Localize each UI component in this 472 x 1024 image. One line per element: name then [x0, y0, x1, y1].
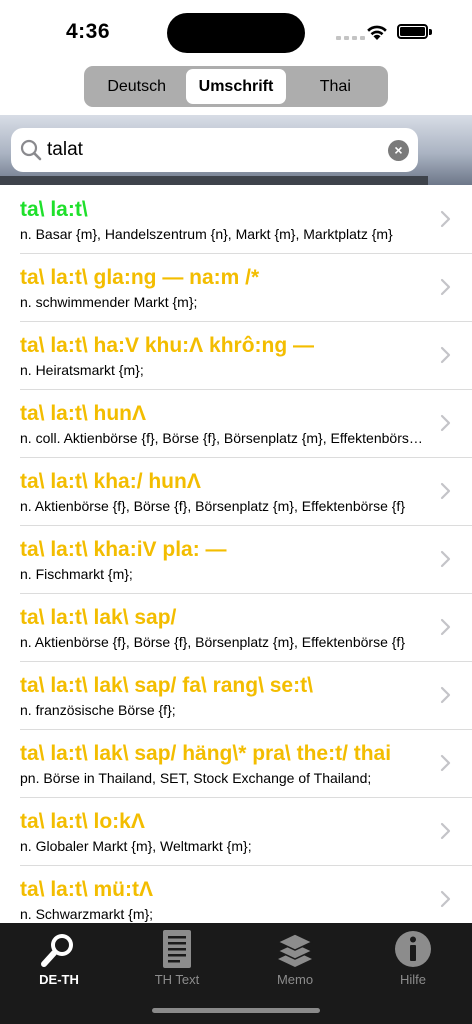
result-translation: n. schwimmender Markt {m}; — [20, 294, 198, 310]
tab-th-text[interactable]: TH Text — [118, 927, 236, 987]
result-translation: n. Schwarzmarkt {m}; — [20, 906, 154, 922]
chevron-right-icon — [440, 550, 451, 568]
search-icon — [20, 139, 42, 161]
chevron-right-icon — [440, 482, 451, 500]
search-bar-area: × — [0, 115, 472, 185]
tab-label: Memo — [276, 972, 314, 987]
document-icon — [163, 930, 191, 968]
list-item[interactable]: ta\ la:t\ gla:ng — na:m /* n. schwimmend… — [0, 254, 472, 322]
segment-umschrift[interactable]: Umschrift — [186, 69, 286, 104]
search-bar-shadow — [0, 176, 428, 185]
result-translation: n. Fischmarkt {m}; — [20, 566, 133, 582]
list-item[interactable]: ta\ la:t\ lak\ sap/ häng\* pra\ the:t/ t… — [0, 730, 472, 798]
tab-label: DE-TH — [39, 972, 79, 987]
chevron-right-icon — [440, 754, 451, 772]
status-bar: 4:36 — [0, 0, 472, 60]
battery-cap — [429, 29, 432, 35]
chevron-right-icon — [440, 414, 451, 432]
chevron-right-icon — [440, 822, 451, 840]
chevron-right-icon — [440, 890, 451, 908]
result-title: ta\ la:t\ ha:V khu:Λ khrô:ng — — [20, 334, 315, 357]
result-title: ta\ la:t\ lak\ sap/ fa\ rang\ se:t\ — [20, 674, 313, 697]
list-item[interactable]: ta\ la:t\ mü:tΛ n. Schwarzmarkt {m}; — [0, 866, 472, 923]
result-title: ta\ la:t\ kha:iV pla: — — [20, 538, 227, 561]
result-title: ta\ la:t\ gla:ng — na:m /* — [20, 266, 260, 289]
chevron-right-icon — [440, 346, 451, 364]
tab-label: TH Text — [154, 972, 200, 987]
home-indicator — [152, 1008, 320, 1013]
tab-label: Hilfe — [399, 972, 426, 987]
chevron-right-icon — [440, 618, 451, 636]
result-translation: n. Globaler Markt {m}, Weltmarkt {m}; — [20, 838, 252, 854]
chevron-right-icon — [440, 278, 451, 296]
segment-deutsch[interactable]: Deutsch — [87, 69, 186, 104]
battery-icon — [397, 24, 428, 39]
chevron-right-icon — [440, 210, 451, 228]
cellular-signal-icon — [336, 36, 365, 40]
result-translation: n. Basar {m}, Handelszentrum {n}, Markt … — [20, 226, 393, 242]
layers-icon — [276, 933, 314, 967]
tab-de-th[interactable]: DE-TH — [0, 927, 118, 987]
list-item[interactable]: ta\ la:t\ lo:kΛ n. Globaler Markt {m}, W… — [0, 798, 472, 866]
result-title: ta\ la:t\ hunΛ — [20, 402, 146, 425]
results-list: ta\ la:t\ n. Basar {m}, Handelszentrum {… — [0, 186, 472, 923]
search-icon — [41, 934, 73, 967]
tab-hilfe[interactable]: Hilfe — [354, 927, 472, 987]
list-item[interactable]: ta\ la:t\ kha:/ hunΛ n. Aktienbörse {f},… — [0, 458, 472, 526]
list-item[interactable]: ta\ la:t\ hunΛ n. coll. Aktienbörse {f},… — [0, 390, 472, 458]
clear-search-icon[interactable]: × — [388, 140, 409, 161]
result-translation: n. Aktienbörse {f}, Börse {f}, Börsenpla… — [20, 634, 405, 650]
result-title: ta\ la:t\ lak\ sap/ häng\* pra\ the:t/ t… — [20, 742, 392, 765]
language-segmented-control: Deutsch Umschrift Thai — [84, 66, 388, 107]
list-item[interactable]: ta\ la:t\ lak\ sap/ n. Aktienbörse {f}, … — [0, 594, 472, 662]
result-translation: n. Aktienbörse {f}, Börse {f}, Börsenpla… — [20, 498, 405, 514]
result-translation: n. coll. Aktienbörse {f}, Börse {f}, Bör… — [20, 430, 428, 446]
result-title: ta\ la:t\ lak\ sap/ — [20, 606, 177, 629]
segment-thai[interactable]: Thai — [286, 69, 385, 104]
dynamic-island — [167, 13, 305, 53]
list-item[interactable]: ta\ la:t\ ha:V khu:Λ khrô:ng — n. Heirat… — [0, 322, 472, 390]
result-title: ta\ la:t\ mü:tΛ — [20, 878, 154, 901]
info-icon — [395, 931, 431, 967]
result-title: ta\ la:t\ — [20, 198, 88, 221]
status-time: 4:36 — [66, 20, 111, 43]
search-field[interactable]: × — [11, 128, 418, 172]
result-title: ta\ la:t\ lo:kΛ — [20, 810, 145, 833]
tab-memo[interactable]: Memo — [236, 927, 354, 987]
result-translation: pn. Börse in Thailand, SET, Stock Exchan… — [20, 770, 372, 786]
result-translation: n. französische Börse {f}; — [20, 702, 176, 718]
search-input[interactable] — [47, 128, 377, 172]
list-item[interactable]: ta\ la:t\ n. Basar {m}, Handelszentrum {… — [0, 186, 472, 254]
wifi-icon — [367, 25, 387, 40]
list-item[interactable]: ta\ la:t\ lak\ sap/ fa\ rang\ se:t\ n. f… — [0, 662, 472, 730]
list-item[interactable]: ta\ la:t\ kha:iV pla: — n. Fischmarkt {m… — [0, 526, 472, 594]
chevron-right-icon — [440, 686, 451, 704]
result-translation: n. Heiratsmarkt {m}; — [20, 362, 144, 378]
result-title: ta\ la:t\ kha:/ hunΛ — [20, 470, 201, 493]
